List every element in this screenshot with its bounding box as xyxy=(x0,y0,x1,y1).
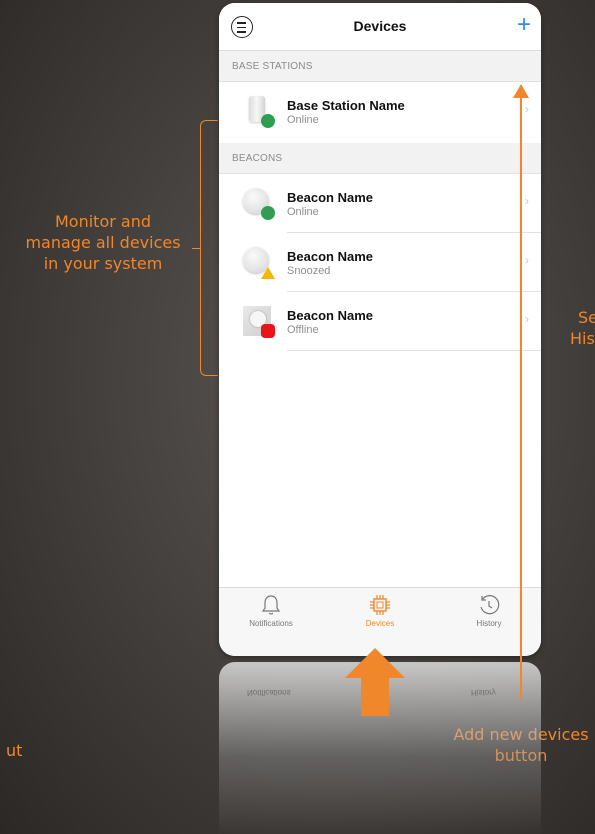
device-status: Offline xyxy=(287,324,319,336)
tab-bar: Notifications Devices History xyxy=(219,587,541,656)
status-online-indicator xyxy=(261,114,275,128)
section-header-beacons: BEACONS xyxy=(219,143,541,174)
beacon-photo-icon xyxy=(243,306,275,338)
beacon-icon xyxy=(243,247,275,279)
chevron-right-icon: › xyxy=(525,194,529,208)
annotation-arrowhead xyxy=(513,84,529,98)
device-status: Snoozed xyxy=(287,265,331,277)
beacon-icon xyxy=(243,188,275,220)
device-name: Base Station Name xyxy=(287,98,405,113)
annotation-left-cut: ut xyxy=(6,741,23,760)
add-device-button[interactable]: + xyxy=(517,11,531,39)
annotation-line-add-button xyxy=(520,95,522,700)
annotation-bracket-tick xyxy=(192,248,200,249)
tab-notifications[interactable]: Notifications xyxy=(221,588,321,628)
bell-icon xyxy=(221,593,321,617)
reflection-text: History xyxy=(471,688,496,697)
list-item-beacon[interactable]: Beacon Name Offline › xyxy=(219,292,541,351)
base-station-icon xyxy=(243,96,275,128)
history-clock-icon xyxy=(439,593,539,617)
annotation-line: His xyxy=(570,329,595,348)
annotation-history-cut: Se His xyxy=(570,307,595,349)
annotation-line: in your system xyxy=(43,254,163,273)
chevron-right-icon: › xyxy=(525,312,529,326)
tab-label: History xyxy=(476,619,502,628)
reflection-text: Notifications xyxy=(247,688,291,697)
device-name: Beacon Name xyxy=(287,190,373,205)
navigation-bar: Devices + xyxy=(219,3,541,51)
tab-label: Devices xyxy=(365,619,395,628)
chip-icon xyxy=(330,593,430,617)
tab-devices[interactable]: Devices xyxy=(330,588,430,628)
list-item-beacon[interactable]: Beacon Name Online › xyxy=(219,174,541,233)
annotation-monitor: Monitor and manage all devices in your s… xyxy=(14,211,192,274)
annotation-line: manage all devices xyxy=(25,233,181,252)
chevron-right-icon: › xyxy=(525,102,529,116)
list-item-beacon[interactable]: Beacon Name Snoozed › xyxy=(219,233,541,292)
tab-history[interactable]: History xyxy=(439,588,539,628)
status-offline-indicator xyxy=(261,324,275,338)
annotation-line: Monitor and xyxy=(54,212,151,231)
tab-label: Notifications xyxy=(249,619,293,628)
phone-screen: Devices + BASE STATIONS Base Station Nam… xyxy=(219,3,541,656)
device-status: Online xyxy=(287,114,319,126)
device-name: Beacon Name xyxy=(287,308,373,323)
device-name: Beacon Name xyxy=(287,249,373,264)
device-status: Online xyxy=(287,206,319,218)
status-snoozed-indicator xyxy=(261,267,275,279)
list-item-base-station[interactable]: Base Station Name Online › xyxy=(219,82,541,143)
up-arrow-icon xyxy=(345,648,405,716)
status-online-indicator xyxy=(261,206,275,220)
page-title: Devices xyxy=(353,18,407,34)
annotation-bracket xyxy=(200,120,218,376)
chevron-right-icon: › xyxy=(525,253,529,267)
annotation-line: Se xyxy=(578,308,595,327)
section-header-base-stations: BASE STATIONS xyxy=(219,51,541,82)
